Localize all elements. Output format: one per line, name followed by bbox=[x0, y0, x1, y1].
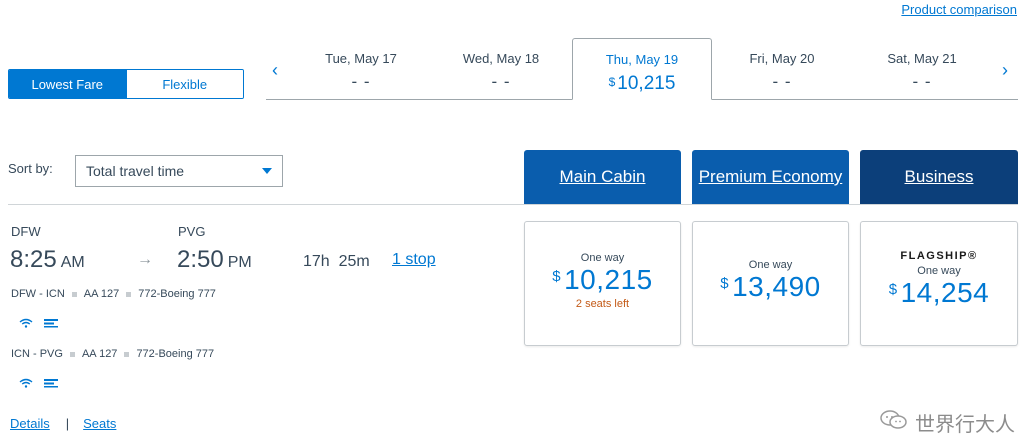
depart-time-value: 8:25 bbox=[10, 246, 57, 273]
fare-box-premium-economy[interactable]: One way $13,490 bbox=[692, 221, 849, 346]
leg-amenities bbox=[19, 375, 59, 393]
cabin-header-premium-economy[interactable]: Premium Economy bbox=[692, 150, 849, 204]
leg-row: DFW - ICN AA 127 772-Boeing 777 bbox=[11, 288, 216, 300]
fare-price: $14,254 bbox=[861, 277, 1017, 309]
arrive-ampm: PM bbox=[227, 254, 252, 271]
stops-link[interactable]: 1 stop bbox=[392, 251, 436, 269]
lowest-fare-toggle[interactable]: Lowest Fare bbox=[9, 70, 126, 98]
date-price: - - bbox=[772, 72, 792, 91]
leg-flight-number: AA 127 bbox=[81, 348, 118, 360]
fare-box-main-cabin[interactable]: One way $10,215 2 seats left bbox=[524, 221, 681, 346]
separator-dot bbox=[126, 291, 132, 297]
sort-select-value: Total travel time bbox=[86, 163, 185, 179]
date-label: Thu, May 19 bbox=[605, 52, 679, 67]
separator-dot bbox=[71, 291, 77, 297]
fare-price: $10,215 bbox=[525, 264, 680, 296]
date-label: Wed, May 18 bbox=[462, 51, 540, 66]
duration-hours: 17h bbox=[303, 253, 330, 270]
fare-price-value: 10,215 bbox=[564, 264, 653, 295]
product-comparison-link[interactable]: Product comparison bbox=[901, 2, 1017, 17]
leg-aircraft: 772-Boeing 777 bbox=[136, 348, 215, 360]
separator-dot bbox=[124, 351, 130, 357]
destination-code: PVG bbox=[178, 224, 206, 239]
date-price: $10,215 bbox=[573, 73, 711, 95]
seat-power-icon[interactable] bbox=[43, 315, 59, 333]
date-tab-wed-may-18[interactable]: Wed, May 18 - - bbox=[431, 38, 571, 99]
currency-symbol: $ bbox=[608, 75, 616, 89]
leg-amenities bbox=[19, 315, 59, 333]
date-label: Tue, May 17 bbox=[325, 51, 397, 66]
watermark: 世界行大人 bbox=[879, 408, 1015, 437]
arrive-time: 2:50 PM bbox=[177, 246, 252, 274]
seats-left-note: 2 seats left bbox=[575, 298, 630, 310]
sort-select[interactable]: Total travel time bbox=[75, 155, 283, 187]
cabin-header-main[interactable]: Main Cabin bbox=[524, 150, 681, 204]
fare-price-value: 13,490 bbox=[732, 271, 821, 302]
seat-power-icon[interactable] bbox=[43, 375, 59, 393]
flagship-tag: FLAGSHIP® bbox=[900, 250, 978, 262]
sort-label: Sort by: bbox=[8, 161, 53, 176]
caret-down-icon bbox=[262, 168, 272, 174]
fare-label: One way bbox=[917, 265, 961, 277]
date-price: - - bbox=[351, 72, 371, 91]
separator-dot bbox=[69, 351, 75, 357]
date-tab-tue-may-17[interactable]: Tue, May 17 - - bbox=[291, 38, 431, 99]
date-strip: ‹ Tue, May 17 - - Wed, May 18 - - Thu, M… bbox=[266, 38, 1018, 100]
arrow-right-icon: → bbox=[137, 251, 153, 268]
date-tab-thu-may-19[interactable]: Thu, May 19 $10,215 bbox=[572, 38, 712, 100]
fare-label: One way bbox=[748, 259, 793, 271]
seats-link[interactable]: Seats bbox=[83, 416, 116, 431]
leg-aircraft: 772-Boeing 777 bbox=[138, 288, 216, 300]
wifi-icon[interactable] bbox=[19, 315, 33, 333]
fare-box-business[interactable]: FLAGSHIP® One way $14,254 bbox=[860, 221, 1018, 346]
leg-route: DFW - ICN bbox=[11, 288, 65, 300]
chevron-left-icon[interactable]: ‹ bbox=[272, 60, 278, 81]
date-price-value: 10,215 bbox=[617, 73, 676, 94]
date-label: Sat, May 21 bbox=[887, 51, 957, 66]
fare-label: One way bbox=[580, 252, 625, 264]
watermark-text: 世界行大人 bbox=[915, 414, 1015, 436]
date-price: - - bbox=[912, 72, 932, 91]
duration-minutes: 25m bbox=[338, 253, 370, 270]
fare-type-toggle: Lowest Fare Flexible bbox=[8, 69, 244, 99]
origin-code: DFW bbox=[11, 224, 41, 239]
currency-symbol: $ bbox=[720, 275, 730, 292]
wifi-icon[interactable] bbox=[19, 375, 33, 393]
results-divider bbox=[8, 204, 1018, 205]
link-separator: | bbox=[65, 416, 70, 431]
cabin-header-business[interactable]: Business bbox=[860, 150, 1018, 204]
chevron-right-icon[interactable]: › bbox=[1002, 60, 1008, 81]
fare-price: $13,490 bbox=[693, 271, 848, 303]
date-tab-sat-may-21[interactable]: Sat, May 21 - - bbox=[852, 38, 992, 99]
leg-row: ICN - PVG AA 127 772-Boeing 777 bbox=[11, 348, 214, 360]
leg-flight-number: AA 127 bbox=[83, 288, 120, 300]
fare-price-value: 14,254 bbox=[900, 277, 990, 308]
details-link[interactable]: Details bbox=[10, 416, 50, 431]
duration: 17h 25m bbox=[303, 253, 370, 271]
leg-route: ICN - PVG bbox=[11, 348, 63, 360]
depart-ampm: AM bbox=[60, 254, 85, 271]
flight-links: Details | Seats bbox=[10, 416, 116, 431]
arrive-time-value: 2:50 bbox=[177, 246, 224, 273]
depart-time: 8:25 AM bbox=[10, 246, 85, 274]
date-price: - - bbox=[491, 72, 511, 91]
currency-symbol: $ bbox=[552, 268, 562, 285]
wechat-icon bbox=[879, 409, 909, 437]
flexible-fare-toggle[interactable]: Flexible bbox=[125, 70, 243, 98]
date-label: Fri, May 20 bbox=[749, 51, 815, 66]
currency-symbol: $ bbox=[888, 281, 898, 298]
date-tab-fri-may-20[interactable]: Fri, May 20 - - bbox=[712, 38, 852, 99]
